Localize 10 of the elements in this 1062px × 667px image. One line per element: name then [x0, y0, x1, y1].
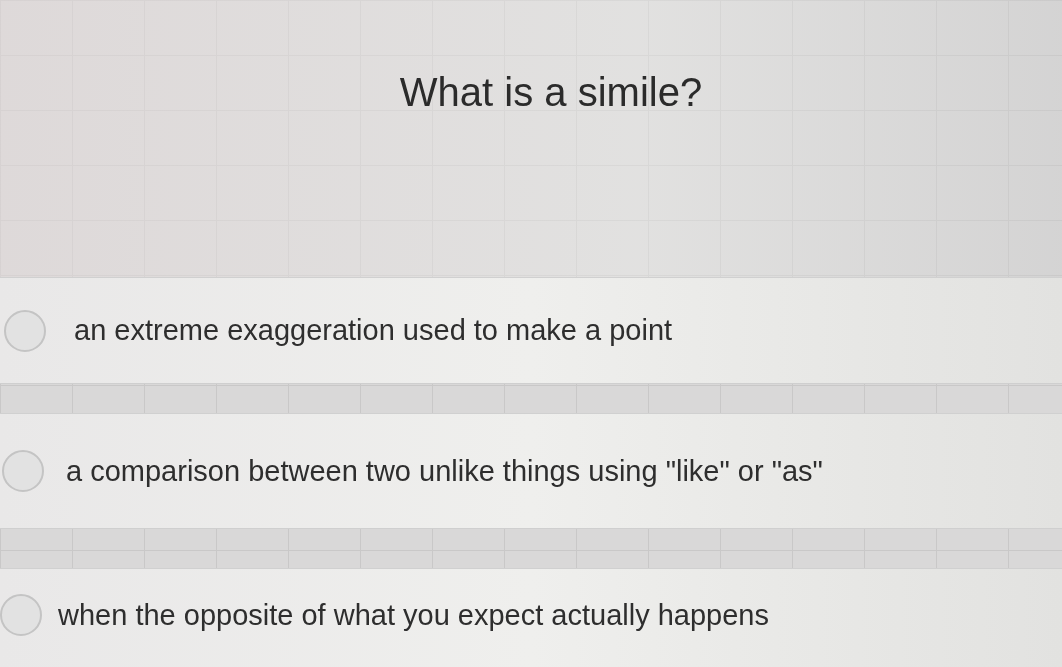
answer-card[interactable]: when the opposite of what you expect actually happens — [0, 568, 1062, 667]
question-text: What is a simile? — [399, 69, 703, 116]
answer-text: when the opposite of what you expect actually happens — [58, 598, 769, 632]
answer-text: an extreme exaggeration used to make a point — [74, 314, 673, 347]
answer-text: a comparison between two unlike things using "like" or "as" — [66, 454, 823, 488]
radio-button[interactable] — [2, 450, 44, 492]
answer-card[interactable]: a comparison between two unlike things using "like" or "as" — [0, 413, 1062, 528]
radio-button[interactable] — [4, 309, 46, 352]
answer-card[interactable]: an extreme exaggeration used to make a point — [0, 277, 1062, 383]
radio-button[interactable] — [0, 594, 42, 636]
